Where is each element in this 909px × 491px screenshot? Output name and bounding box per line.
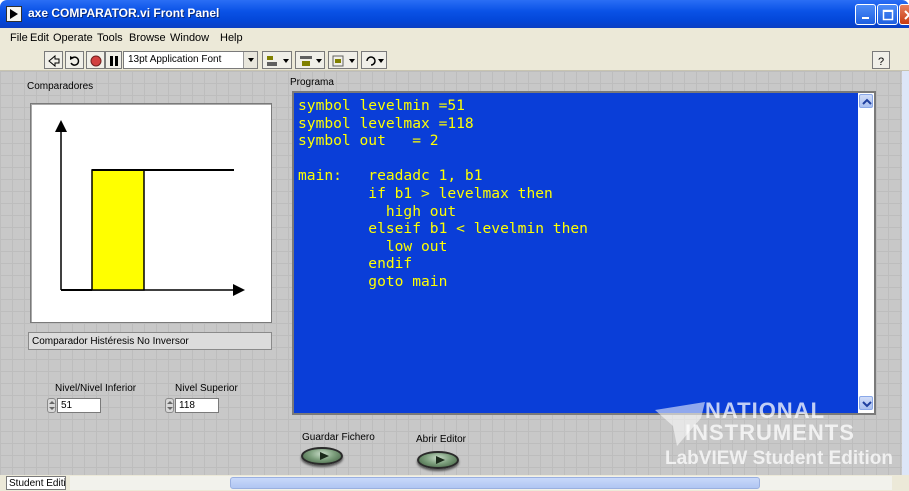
- labview-vi-icon: [6, 6, 22, 22]
- align-objects-button[interactable]: [262, 51, 292, 69]
- abort-button[interactable]: [86, 51, 105, 69]
- window-right-edge: [902, 71, 909, 475]
- menu-edit[interactable]: Edit: [30, 32, 49, 44]
- edition-indicator: Student Edition: [6, 476, 66, 490]
- horizontal-scrollbar[interactable]: [70, 476, 892, 490]
- programa-label: Programa: [290, 77, 334, 88]
- toolbar: 13pt Application Font ?: [0, 49, 909, 71]
- menu-bar: File Edit Operate Tools Browse Window He…: [0, 28, 909, 49]
- logo-line-labview: LabVIEW Student Edition: [665, 448, 893, 469]
- status-bar: Student Edition: [0, 475, 909, 491]
- help-button[interactable]: ?: [872, 51, 890, 69]
- pause-button[interactable]: [105, 51, 122, 69]
- program-scrollbar[interactable]: [858, 93, 874, 413]
- menu-help[interactable]: Help: [220, 32, 243, 44]
- nivel-inferior-input[interactable]: 51: [57, 398, 101, 413]
- hysteresis-diagram: [55, 120, 245, 296]
- national-instruments-logo: NATIONAL INSTRUMENTS LabVIEW Student Edi…: [655, 396, 905, 476]
- reorder-button[interactable]: [361, 51, 387, 69]
- menu-browse[interactable]: Browse: [129, 32, 166, 44]
- comparator-type-text: Comparador Histéresis No Inversor: [32, 336, 189, 347]
- nivel-superior-value: 118: [179, 400, 195, 411]
- nivel-inferior-value: 51: [61, 400, 73, 411]
- title-bar: axe COMPARATOR.vi Front Panel: [0, 0, 909, 28]
- horizontal-scroll-thumb[interactable]: [230, 477, 760, 489]
- program-code[interactable]: symbol levelmin =51 symbol levelmax =118…: [298, 97, 588, 291]
- abrir-editor-button[interactable]: [417, 451, 459, 469]
- minimize-button[interactable]: [855, 4, 876, 25]
- comparadores-label: Comparadores: [27, 81, 94, 92]
- font-dropdown[interactable]: 13pt Application Font: [123, 51, 258, 69]
- maximize-button[interactable]: [877, 4, 898, 25]
- nivel-inferior-stepper[interactable]: [47, 398, 56, 413]
- comparator-picture: [30, 103, 272, 323]
- program-text-box[interactable]: symbol levelmin =51 symbol levelmax =118…: [292, 91, 876, 415]
- menu-operate[interactable]: Operate: [53, 32, 93, 44]
- distribute-objects-button[interactable]: [295, 51, 325, 69]
- scroll-up-button[interactable]: [859, 94, 873, 108]
- abrir-editor-label: Abrir Editor: [416, 434, 467, 445]
- close-button[interactable]: [899, 4, 909, 25]
- menu-file[interactable]: File: [10, 32, 28, 44]
- nivel-superior-input[interactable]: 118: [175, 398, 219, 413]
- comparator-type-indicator: Comparador Histéresis No Inversor: [28, 332, 272, 350]
- run-continuously-button[interactable]: [65, 51, 84, 69]
- guardar-fichero-label: Guardar Fichero: [302, 432, 375, 443]
- resize-objects-button[interactable]: [328, 51, 358, 69]
- run-arrow-button[interactable]: [44, 51, 63, 69]
- font-dropdown-label: 13pt Application Font: [128, 54, 222, 65]
- nivel-inferior-label: Nivel/Nivel Inferior: [55, 383, 137, 394]
- window-title: axe COMPARATOR.vi Front Panel: [28, 6, 220, 20]
- logo-line-instruments: INSTRUMENTS: [685, 420, 855, 445]
- hysteresis-band: [91, 169, 145, 291]
- chevron-down-icon: [243, 52, 257, 68]
- guardar-fichero-button[interactable]: [301, 447, 343, 465]
- nivel-superior-stepper[interactable]: [165, 398, 174, 413]
- svg-text:?: ?: [878, 56, 884, 68]
- menu-window[interactable]: Window: [170, 32, 209, 44]
- nivel-superior-label: Nivel Superior: [175, 383, 238, 394]
- menu-tools[interactable]: Tools: [97, 32, 123, 44]
